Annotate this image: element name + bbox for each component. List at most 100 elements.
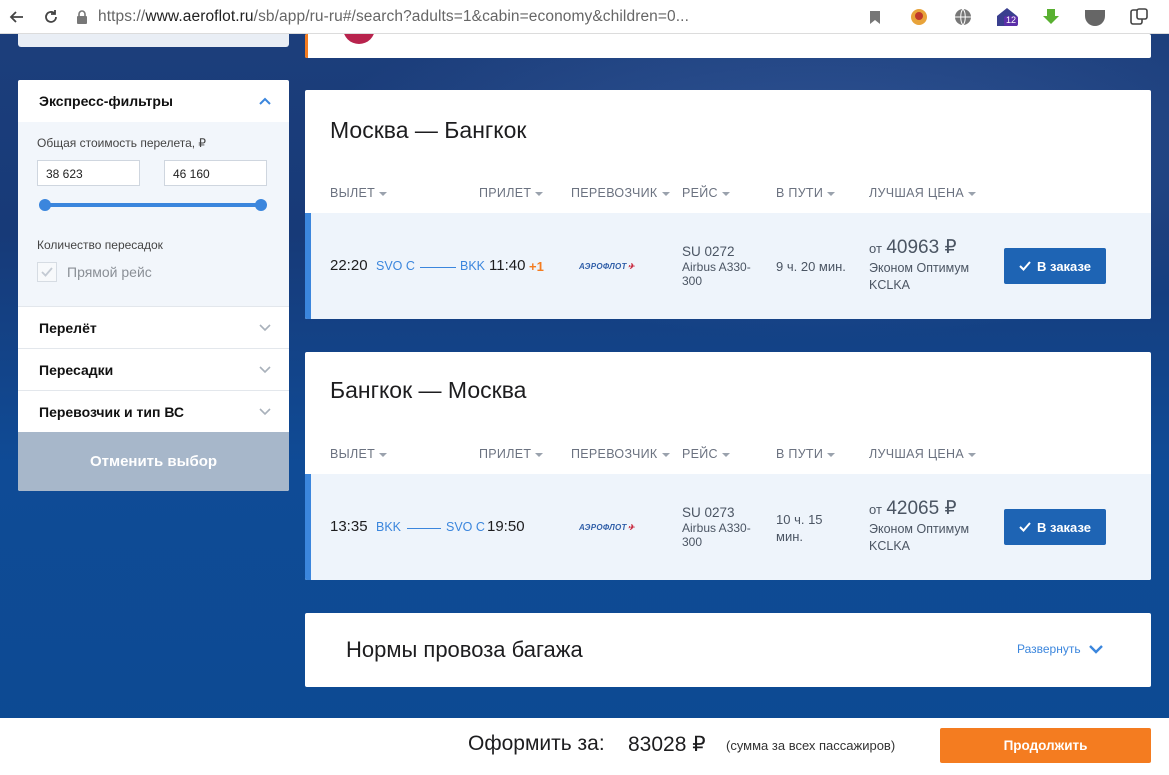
accent-line — [305, 34, 308, 58]
slider-max-handle[interactable] — [255, 199, 267, 211]
continue-button[interactable]: Продолжить — [940, 728, 1151, 763]
col-duration-sort[interactable]: В ПУТИ — [776, 447, 836, 461]
col-carrier-sort[interactable]: ПЕРЕВОЗЧИК — [571, 186, 670, 200]
sort-arrow-icon — [379, 191, 388, 196]
promo-graphic — [343, 34, 375, 44]
cancel-selection-button[interactable]: Отменить выбор — [18, 432, 289, 491]
col-arrive-label: ПРИЛЕТ — [479, 447, 532, 461]
download-icon[interactable] — [1029, 0, 1073, 34]
departure-time: 13:35 — [330, 518, 368, 535]
bookmark-icon[interactable] — [853, 0, 897, 34]
check-icon — [1019, 261, 1031, 271]
col-price-label: ЛУЧШАЯ ЦЕНА — [869, 447, 965, 461]
baggage-rules-card: Нормы провоза багажа Развернуть — [305, 613, 1151, 687]
extension-face-icon[interactable] — [897, 0, 941, 34]
price-min-input[interactable]: 38 623 — [37, 160, 140, 186]
collections-icon[interactable] — [1117, 0, 1161, 34]
in-order-label: В заказе — [1037, 519, 1091, 535]
flight-row[interactable]: 22:20 SVO C BKK 11:40 +1 АЭРОФЛОТ✈ SU 02… — [305, 213, 1151, 319]
flight-duration: 10 ч. 15 мин. — [776, 512, 823, 544]
aeroflot-logo: АЭРОФЛОТ✈ — [579, 262, 635, 271]
price-range-slider[interactable] — [37, 198, 269, 212]
extension-badge-icon[interactable]: 12 — [985, 0, 1029, 34]
aircraft-type: Airbus A330-300 — [682, 260, 751, 288]
col-arrive-sort[interactable]: ПРИЛЕТ — [479, 186, 544, 200]
route-card-return: Бангкок — Москва ВЫЛЕТ ПРИЛЕТ ПЕРЕВОЗЧИК… — [305, 352, 1151, 580]
url-prefix: https:// — [98, 7, 146, 25]
col-carrier-label: ПЕРЕВОЗЧИК — [571, 186, 658, 200]
sidebar-top-panel — [18, 34, 289, 47]
sort-arrow-icon — [535, 452, 544, 457]
sort-arrow-icon — [968, 452, 977, 457]
pocket-icon[interactable] — [1073, 0, 1117, 34]
col-arrive-sort[interactable]: ПРИЛЕТ — [479, 447, 544, 461]
col-depart-sort[interactable]: ВЫЛЕТ — [330, 186, 388, 200]
chevron-down-icon — [259, 407, 271, 415]
col-flight-label: РЕЙС — [682, 186, 718, 200]
slider-track — [40, 203, 266, 207]
extension-badge-count: 12 — [1005, 15, 1016, 25]
price-from-label: от — [869, 502, 882, 517]
route-line — [420, 267, 456, 268]
route-line — [407, 528, 441, 529]
departure-time: 22:20 — [330, 257, 368, 274]
sort-arrow-icon — [379, 452, 388, 457]
slider-min-handle[interactable] — [39, 199, 51, 211]
fare-code: KCLKA — [869, 539, 910, 553]
airline-name: АЭРОФЛОТ — [579, 523, 627, 532]
browser-toolbar: https://www.aeroflot.ru/sb/app/ru-ru#/se… — [0, 0, 1169, 34]
next-day-badge: +1 — [529, 259, 544, 274]
check-icon — [41, 267, 53, 277]
flight-number: SU 0273 — [682, 505, 735, 520]
col-depart-label: ВЫЛЕТ — [330, 447, 376, 461]
globe-icon[interactable] — [941, 0, 985, 34]
address-bar[interactable]: https://www.aeroflot.ru/sb/app/ru-ru#/se… — [98, 8, 689, 26]
price-max-input[interactable]: 46 160 — [164, 160, 267, 186]
route-title: Москва — Бангкок — [330, 117, 527, 143]
route-title: Бангкок — Москва — [330, 377, 527, 403]
sort-arrow-icon — [721, 191, 730, 196]
best-price: от 40963 ₽ Эконом Оптимум KCLKA — [869, 236, 969, 292]
reload-button[interactable] — [34, 0, 68, 34]
sidebar-item-carrier[interactable]: Перевозчик и тип ВС — [18, 390, 289, 432]
col-price-sort[interactable]: ЛУЧШАЯ ЦЕНА — [869, 447, 977, 461]
departure-airport: BKK — [376, 520, 402, 534]
col-flight-label: РЕЙС — [682, 447, 718, 461]
col-flight-sort[interactable]: РЕЙС — [682, 447, 730, 461]
col-duration-label: В ПУТИ — [776, 186, 824, 200]
in-order-button[interactable]: В заказе — [1004, 248, 1106, 284]
in-order-label: В заказе — [1037, 258, 1091, 274]
checkout-bar: Оформить за: 83028 ₽ (сумма за всех пасс… — [0, 718, 1169, 775]
col-carrier-sort[interactable]: ПЕРЕВОЗЧИК — [571, 447, 670, 461]
col-duration-label: В ПУТИ — [776, 447, 824, 461]
filters-sidebar: Экспресс-фильтры Общая стоимость перелет… — [18, 80, 289, 491]
chevron-up-icon — [259, 97, 271, 105]
sidebar-item-transfers[interactable]: Пересадки — [18, 348, 289, 390]
lock-icon[interactable] — [74, 9, 90, 25]
col-depart-sort[interactable]: ВЫЛЕТ — [330, 447, 388, 461]
col-carrier-label: ПЕРЕВОЗЧИК — [571, 447, 658, 461]
price-value: 40963 ₽ — [886, 237, 957, 258]
sort-arrow-icon — [661, 191, 670, 196]
url-path: /sb/app/ru-ru#/search?adults=1&cabin=eco… — [253, 7, 689, 25]
col-flight-sort[interactable]: РЕЙС — [682, 186, 730, 200]
express-filters-header[interactable]: Экспресс-фильтры — [18, 80, 289, 122]
extensions-area: 12 — [853, 0, 1161, 34]
back-button[interactable] — [0, 0, 34, 34]
flight-row[interactable]: 13:35 BKK SVO C 19:50 АЭРОФЛОТ✈ SU 0273 … — [305, 474, 1151, 580]
expand-label: Развернуть — [1017, 642, 1081, 656]
expand-baggage-button[interactable]: Развернуть — [1017, 642, 1103, 656]
sidebar-item-flight[interactable]: Перелёт — [18, 306, 289, 348]
sidebar-item-label: Перевозчик и тип ВС — [39, 403, 185, 420]
direct-flight-checkbox[interactable] — [37, 262, 57, 282]
transfers-label: Количество пересадок — [37, 238, 163, 252]
arrival-airport: SVO C — [446, 520, 485, 534]
col-price-sort[interactable]: ЛУЧШАЯ ЦЕНА — [869, 186, 977, 200]
arrival-time: 19:50 — [487, 518, 525, 535]
in-order-button[interactable]: В заказе — [1004, 509, 1106, 545]
direct-flight-option[interactable]: Прямой рейс — [37, 262, 269, 282]
total-note: (сумма за всех пассажиров) — [726, 738, 896, 753]
col-duration-sort[interactable]: В ПУТИ — [776, 186, 836, 200]
express-filters-title: Экспресс-фильтры — [39, 93, 173, 109]
sort-arrow-icon — [661, 452, 670, 457]
